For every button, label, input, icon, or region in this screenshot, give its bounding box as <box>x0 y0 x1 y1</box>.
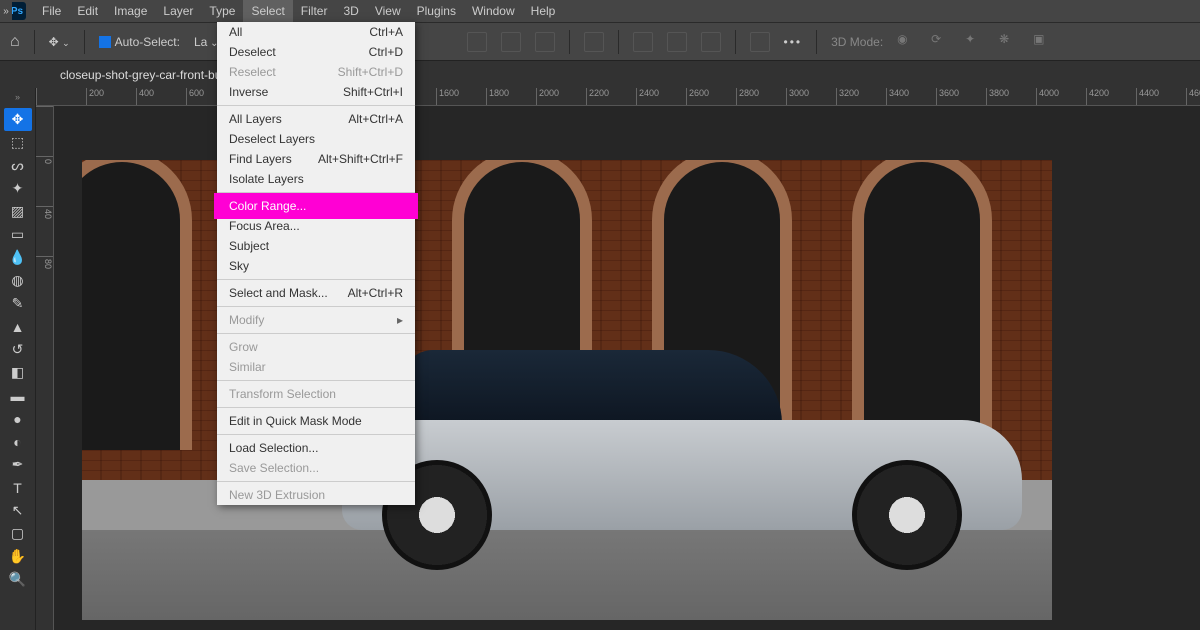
menu-plugins[interactable]: Plugins <box>409 0 464 22</box>
pen-tool[interactable]: ✒ <box>4 453 32 476</box>
crop-tool[interactable]: ▨ <box>4 200 32 223</box>
menu-item-reselect: ReselectShift+Ctrl+D <box>217 62 415 82</box>
menu-item-grow: Grow <box>217 337 415 357</box>
lasso-tool[interactable]: ᔕ <box>4 154 32 177</box>
menu-filter[interactable]: Filter <box>293 0 336 22</box>
menu-image[interactable]: Image <box>106 0 155 22</box>
menu-item-inverse[interactable]: InverseShift+Ctrl+I <box>217 82 415 102</box>
divider <box>816 30 817 54</box>
menu-window[interactable]: Window <box>464 0 523 22</box>
menu-select[interactable]: Select <box>243 0 292 22</box>
menu-view[interactable]: View <box>367 0 409 22</box>
menu-item-color-range[interactable]: Color Range... <box>217 196 415 216</box>
menu-item-edit-in-quick-mask-mode[interactable]: Edit in Quick Mask Mode <box>217 411 415 431</box>
eraser-tool[interactable]: ◧ <box>4 361 32 384</box>
move-tool[interactable]: ✥ <box>4 108 32 131</box>
menu-item-save-selection: Save Selection... <box>217 458 415 478</box>
image-arch <box>82 160 192 450</box>
menu-item-deselect[interactable]: DeselectCtrl+D <box>217 42 415 62</box>
menu-item-load-selection[interactable]: Load Selection... <box>217 438 415 458</box>
menu-type[interactable]: Type <box>201 0 243 22</box>
eyedrop-tool[interactable]: 💧 <box>4 246 32 269</box>
home-icon[interactable]: ⌂ <box>10 33 20 51</box>
menu-item-all[interactable]: AllCtrl+A <box>217 22 415 42</box>
ruler-vertical[interactable]: 04080 <box>36 106 54 630</box>
menu-item-modify: Modify <box>217 310 415 330</box>
distribute-v-icon[interactable] <box>750 32 770 52</box>
menu-item-focus-area[interactable]: Focus Area... <box>217 216 415 236</box>
heal-tool[interactable]: ◍ <box>4 269 32 292</box>
move-tool-icon[interactable]: ✥ ⌄ <box>49 35 70 49</box>
gradient-tool[interactable]: ▬ <box>4 384 32 407</box>
menu-layer[interactable]: Layer <box>155 0 201 22</box>
image-car <box>342 340 1022 570</box>
menu-item-select-and-mask[interactable]: Select and Mask...Alt+Ctrl+R <box>217 283 415 303</box>
menu-item-transform-selection: Transform Selection <box>217 384 415 404</box>
path-tool[interactable]: ↖ <box>4 499 32 522</box>
align-left-icon[interactable] <box>467 32 487 52</box>
frame-tool[interactable]: ▭ <box>4 223 32 246</box>
hand-tool[interactable]: ✋ <box>4 545 32 568</box>
align-center-icon[interactable] <box>501 32 521 52</box>
menu-item-new-3d-extrusion: New 3D Extrusion <box>217 485 415 505</box>
workspace: » ✥⬚ᔕ✦▨▭💧◍✎▲↺◧▬●◐✒T↖▢✋🔍 2004006008001000… <box>0 88 1200 630</box>
menu-3d[interactable]: 3D <box>335 0 366 22</box>
align-bottom-icon[interactable] <box>701 32 721 52</box>
menu-item-subject[interactable]: Subject <box>217 236 415 256</box>
menu-item-deselect-layers[interactable]: Deselect Layers <box>217 129 415 149</box>
distribute-icon[interactable] <box>584 32 604 52</box>
wand-tool[interactable]: ✦ <box>4 177 32 200</box>
tab-filename: closeup-shot-grey-car-front-bu <box>60 68 221 82</box>
ruler-horizontal[interactable]: 2004006008001000120014001600180020002200… <box>36 88 1200 106</box>
document-tab[interactable]: closeup-shot-grey-car-front-bu × <box>48 61 245 88</box>
toolbar-grip[interactable]: » <box>15 92 20 102</box>
menu-item-all-layers[interactable]: All LayersAlt+Ctrl+A <box>217 109 415 129</box>
3d-mode-label: 3D Mode: <box>831 35 883 49</box>
menu-help[interactable]: Help <box>523 0 564 22</box>
type-tool[interactable]: T <box>4 476 32 499</box>
history-tool[interactable]: ↺ <box>4 338 32 361</box>
divider <box>84 30 85 54</box>
auto-select-checkbox[interactable]: Auto-Select: <box>99 35 180 49</box>
divider <box>34 30 35 54</box>
align-top-icon[interactable] <box>633 32 653 52</box>
menu-item-find-layers[interactable]: Find LayersAlt+Shift+Ctrl+F <box>217 149 415 169</box>
marquee-tool[interactable]: ⬚ <box>4 131 32 154</box>
stamp-tool[interactable]: ▲ <box>4 315 32 338</box>
3d-slide-icon[interactable]: ❋ <box>999 32 1019 52</box>
panel-collapse-strip[interactable]: » <box>0 0 12 22</box>
brush-tool[interactable]: ✎ <box>4 292 32 315</box>
more-icon[interactable]: ••• <box>784 35 803 49</box>
blur-tool[interactable]: ● <box>4 407 32 430</box>
menubar: Ps FileEditImageLayerTypeSelectFilter3DV… <box>0 0 1200 22</box>
menu-file[interactable]: File <box>34 0 69 22</box>
dodge-tool[interactable]: ◐ <box>4 430 32 453</box>
divider <box>569 30 570 54</box>
zoom-tool[interactable]: 🔍 <box>4 568 32 591</box>
3d-pan-icon[interactable]: ✦ <box>965 32 985 52</box>
menu-item-sky[interactable]: Sky <box>217 256 415 276</box>
options-bar: ⌂ ✥ ⌄ Auto-Select: La ••• 3D Mode: ◉ ⟳ ✦… <box>0 22 1200 60</box>
3d-camera-icon[interactable]: ▣ <box>1033 32 1053 52</box>
align-right-icon[interactable] <box>535 32 555 52</box>
select-menu-dropdown: AllCtrl+ADeselectCtrl+DReselectShift+Ctr… <box>217 22 415 505</box>
3d-roll-icon[interactable]: ⟳ <box>931 32 951 52</box>
divider <box>735 30 736 54</box>
shape-tool[interactable]: ▢ <box>4 522 32 545</box>
layer-dropdown[interactable]: La <box>194 35 219 49</box>
menu-item-isolate-layers[interactable]: Isolate Layers <box>217 169 415 189</box>
tools-panel: » ✥⬚ᔕ✦▨▭💧◍✎▲↺◧▬●◐✒T↖▢✋🔍 <box>0 88 36 630</box>
menu-edit[interactable]: Edit <box>69 0 106 22</box>
menu-item-similar: Similar <box>217 357 415 377</box>
align-middle-icon[interactable] <box>667 32 687 52</box>
3d-orbit-icon[interactable]: ◉ <box>897 32 917 52</box>
divider <box>618 30 619 54</box>
document-tabs: closeup-shot-grey-car-front-bu × <box>0 60 1200 88</box>
